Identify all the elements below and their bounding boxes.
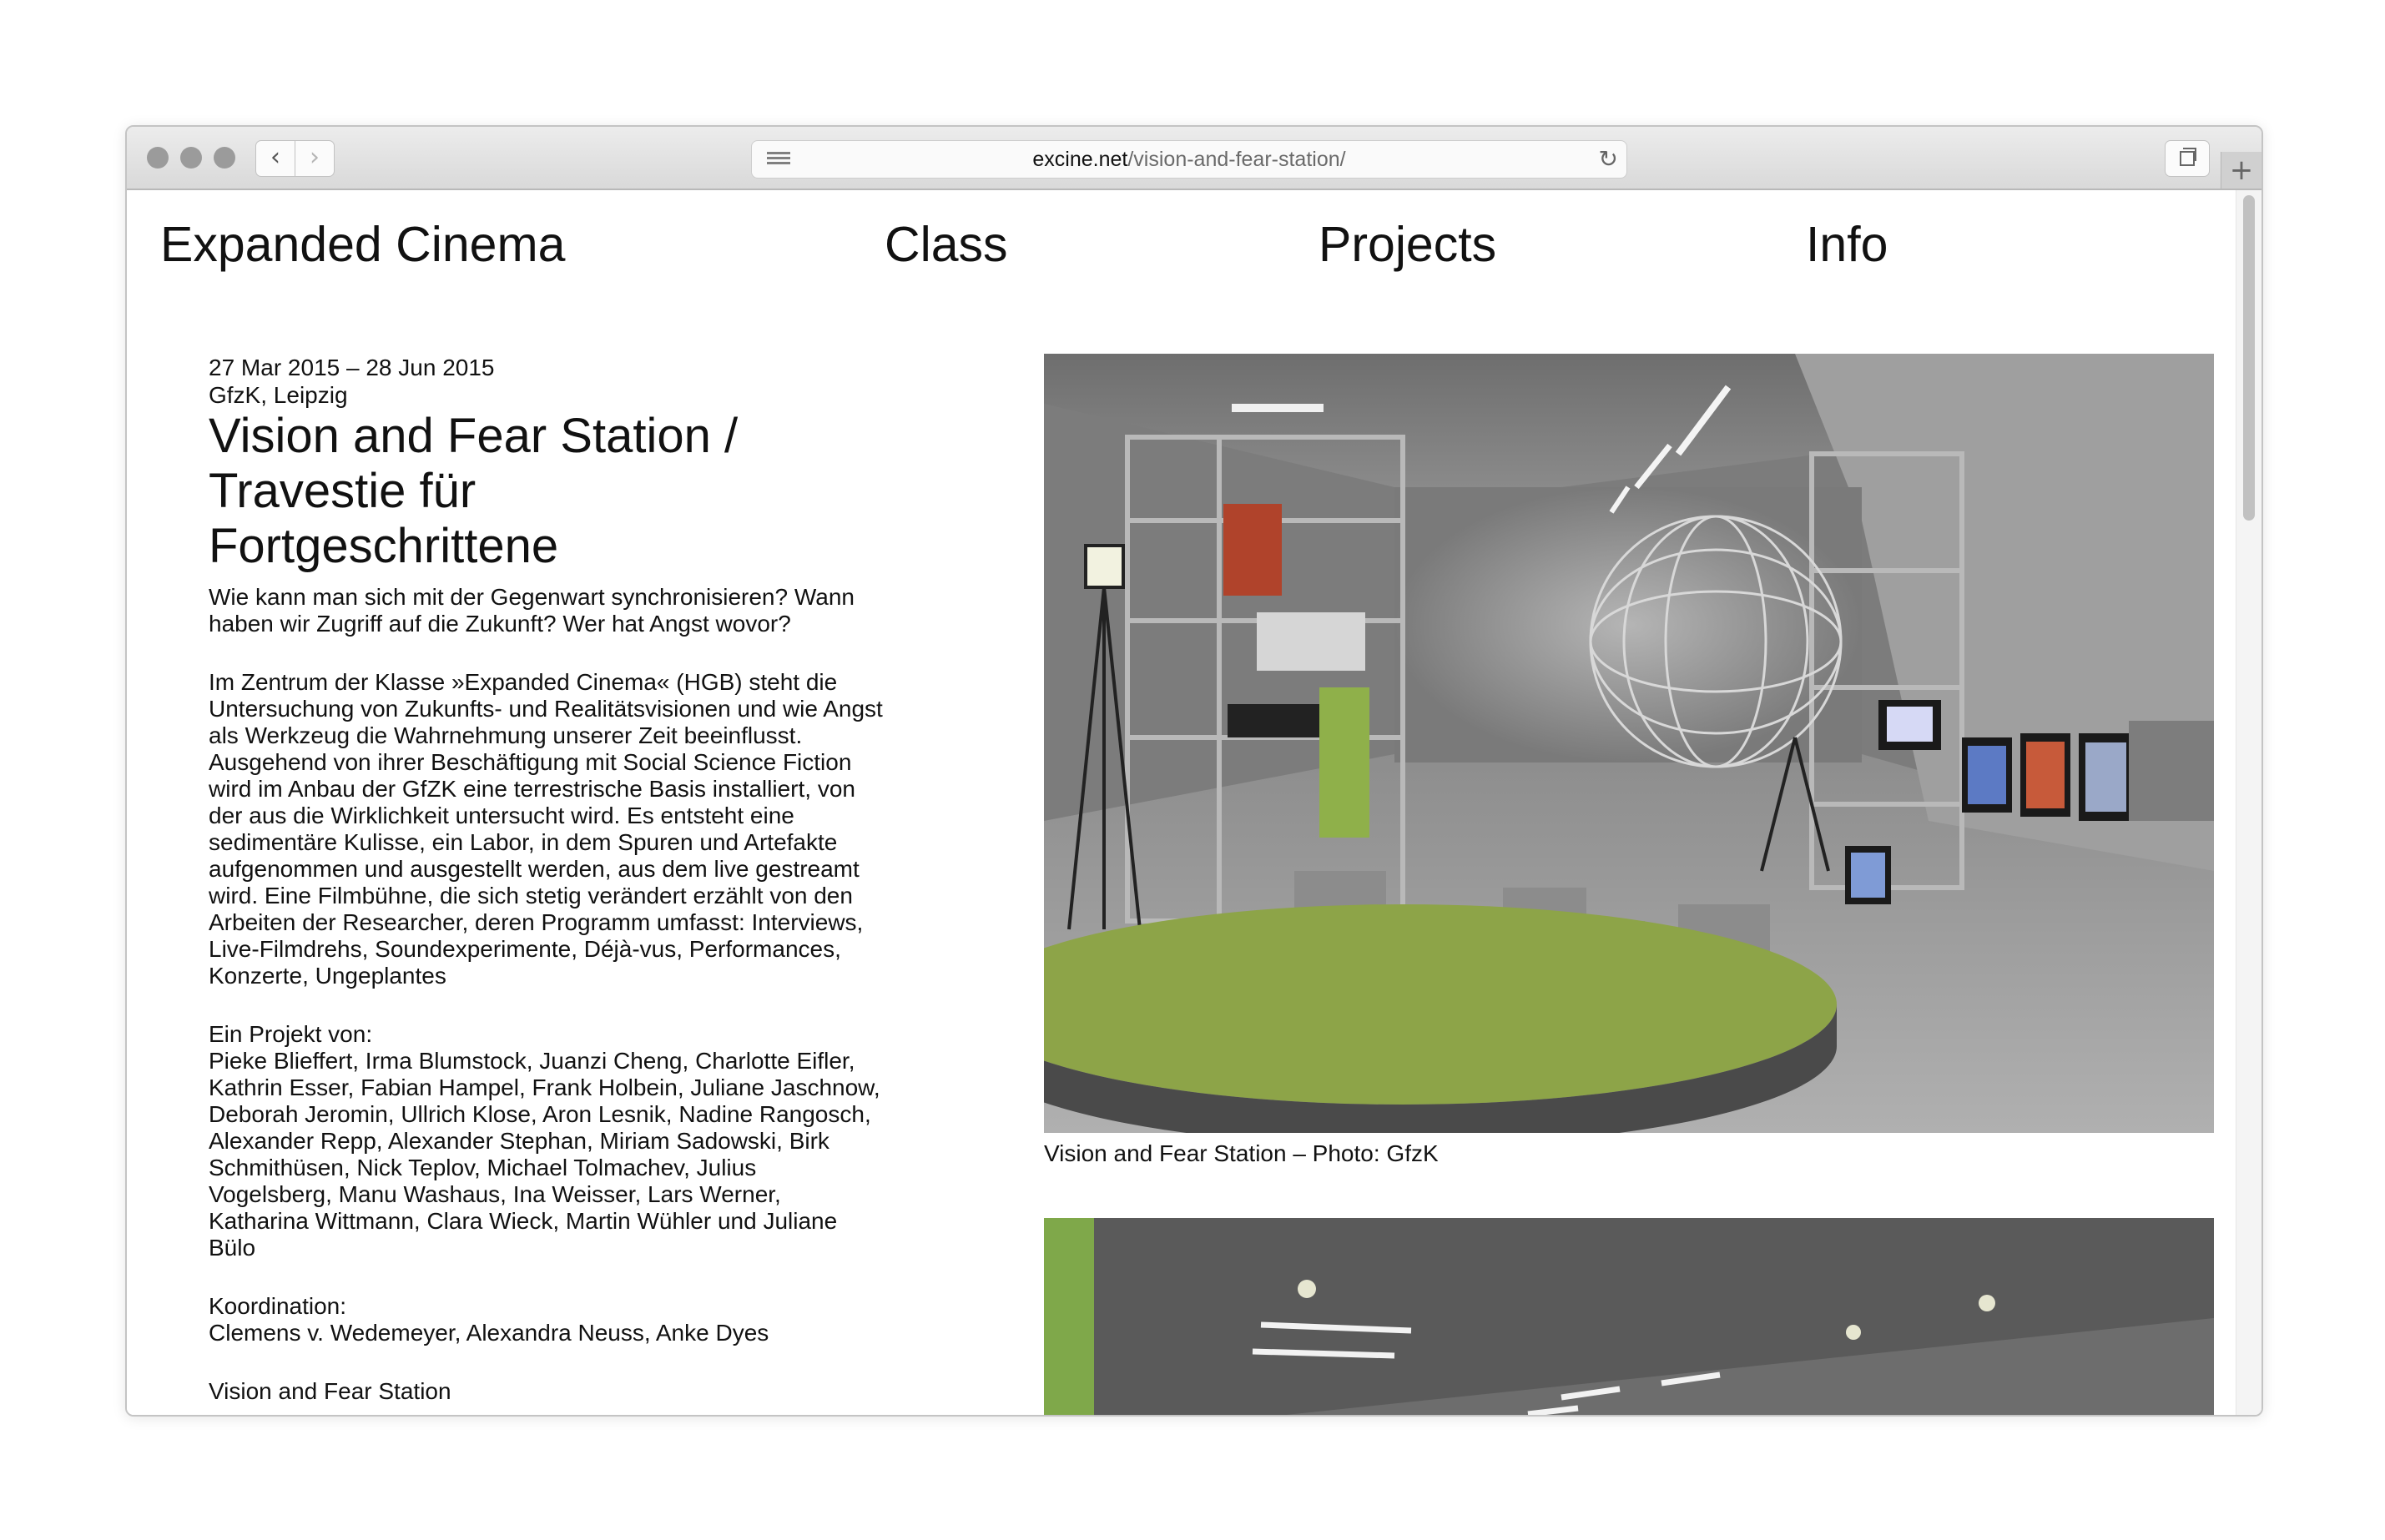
- show-tabs-button[interactable]: [2165, 140, 2210, 177]
- forward-button[interactable]: ›: [295, 140, 335, 177]
- reload-icon[interactable]: ↻: [1599, 144, 1618, 174]
- plus-icon: +: [2229, 153, 2254, 187]
- page-scrollbar[interactable]: [2236, 190, 2261, 1415]
- address-bar[interactable]: excine.net/vision-and-fear-station/ ↻: [751, 140, 1627, 179]
- chevron-right-icon: ›: [310, 143, 320, 172]
- project-intro: Wie kann man sich mit der Gegenwart sync…: [209, 584, 855, 637]
- browser-window: ‹ › excine.net/vision-and-fear-station/ …: [125, 125, 2263, 1417]
- coordination-names: Clemens v. Wedemeyer, Alexandra Neuss, A…: [209, 1320, 769, 1346]
- url-domain: excine.net: [1032, 148, 1128, 171]
- nav-projects[interactable]: Projects: [1319, 215, 1496, 274]
- project-date: 27 Mar 2015 – 28 Jun 2015: [209, 355, 495, 380]
- page-viewport: Expanded Cinema Class Projects Info 27 M…: [127, 190, 2261, 1415]
- coordination-label: Koordination:: [209, 1293, 347, 1319]
- footer-label: Vision and Fear Station: [209, 1378, 451, 1404]
- exhibition-photo-graphic: [1044, 354, 2214, 1133]
- project-title: Vision and Fear Station / Travestie für …: [209, 409, 885, 574]
- browser-toolbar: ‹ › excine.net/vision-and-fear-station/ …: [127, 127, 2261, 190]
- nav-info[interactable]: Info: [1806, 215, 1888, 274]
- project-venue: GfzK, Leipzig: [209, 382, 348, 408]
- exhibition-photo-secondary[interactable]: [1044, 1218, 2214, 1415]
- url-path: /vision-and-fear-station/: [1127, 148, 1346, 171]
- photo-caption: Vision and Fear Station – Photo: GfzK: [1044, 1140, 1439, 1166]
- nav-class[interactable]: Class: [885, 215, 1008, 274]
- new-tab-button[interactable]: +: [2221, 152, 2261, 189]
- coordination-block: Koordination: Clemens v. Wedemeyer, Alex…: [209, 1293, 885, 1346]
- nav-expanded-cinema[interactable]: Expanded Cinema: [160, 215, 565, 274]
- url-text[interactable]: excine.net/vision-and-fear-station/: [752, 141, 1626, 178]
- title-line: Fortgeschrittene: [209, 519, 559, 573]
- minimize-window-icon[interactable]: [180, 147, 202, 169]
- chevron-left-icon: ‹: [270, 143, 280, 172]
- project-by-label: Ein Projekt von:: [209, 1021, 373, 1047]
- title-line: Vision and Fear Station /: [209, 409, 739, 463]
- scrollbar-thumb[interactable]: [2243, 195, 2255, 521]
- back-button[interactable]: ‹: [255, 140, 295, 177]
- zoom-window-icon[interactable]: [214, 147, 235, 169]
- project-text-column: 27 Mar 2015 – 28 Jun 2015 GfzK, Leipzig …: [209, 354, 885, 1415]
- photo-column: Vision and Fear Station – Photo: GfzK: [1044, 354, 2214, 1415]
- close-window-icon[interactable]: [147, 147, 169, 169]
- exhibition-photo[interactable]: [1044, 354, 2214, 1133]
- participants-list: Pieke Blieffert, Irma Blumstock, Juanzi …: [209, 1048, 880, 1261]
- project-description: Im Zentrum der Klasse »Expanded Cinema« …: [209, 669, 883, 989]
- title-line: Travestie für: [209, 464, 476, 518]
- exhibition-photo-secondary-graphic: [1044, 1218, 2214, 1415]
- participants-block: Ein Projekt von: Pieke Blieffert, Irma B…: [209, 1021, 885, 1261]
